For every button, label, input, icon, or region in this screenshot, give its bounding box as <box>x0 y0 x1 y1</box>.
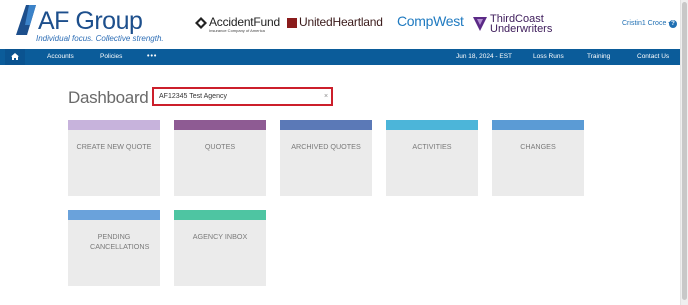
nav-date: Jun 18, 2024 - EST <box>456 53 513 60</box>
nav-policies[interactable]: Policies <box>100 49 122 65</box>
tile-label: ACTIVITIES <box>412 142 452 151</box>
nav-home[interactable] <box>5 49 25 65</box>
home-icon <box>11 53 19 60</box>
nav-training[interactable]: Training <box>587 49 610 65</box>
agency-select-value: AF12345 Test Agency <box>159 93 227 100</box>
page: AF Group Individual focus. Collective st… <box>0 0 680 305</box>
clear-icon[interactable]: × <box>324 93 328 100</box>
nav-more-icon[interactable]: ••• <box>147 49 157 65</box>
tile-color-bar <box>174 210 266 220</box>
tile-quotes[interactable]: QUOTES <box>174 120 266 196</box>
header: AF Group Individual focus. Collective st… <box>0 0 680 49</box>
tile-color-bar <box>174 120 266 130</box>
tile-label: QUOTES <box>204 142 236 151</box>
page-title: Dashboard <box>68 88 149 107</box>
accident-fund-icon <box>195 17 207 29</box>
tile-label: PENDING CANCELLATIONS <box>90 232 150 251</box>
third-coast-name-line2: Underwriters <box>490 23 553 35</box>
main-navbar: Accounts Policies ••• Jun 18, 2024 - EST… <box>0 49 680 65</box>
tile-archived-quotes[interactable]: ARCHIVED QUOTES <box>280 120 372 196</box>
tile-color-bar <box>68 120 160 130</box>
nav-contact-us[interactable]: Contact Us <box>637 49 669 65</box>
agency-select[interactable]: AF12345 Test Agency × <box>152 87 333 106</box>
tile-pending-cancellations[interactable]: PENDING CANCELLATIONS <box>68 210 160 286</box>
accident-fund-name: AccidentFund <box>209 15 280 29</box>
tile-label: AGENCY INBOX <box>192 232 248 241</box>
united-heartland-name: UnitedHeartland <box>299 15 383 29</box>
user-name: Cristin1 Croce <box>622 20 667 27</box>
vertical-scrollbar[interactable] <box>680 0 688 305</box>
accident-fund-sub: Insurance Company of America <box>209 28 265 33</box>
tile-color-bar <box>68 210 160 220</box>
tile-color-bar <box>492 120 584 130</box>
nav-accounts[interactable]: Accounts <box>47 49 74 65</box>
tile-color-bar <box>280 120 372 130</box>
tile-label: ARCHIVED QUOTES <box>291 142 361 151</box>
united-heartland-icon <box>287 18 297 28</box>
logo-tagline: Individual focus. Collective strength. <box>36 34 164 43</box>
tile-changes[interactable]: CHANGES <box>492 120 584 196</box>
nav-loss-runs[interactable]: Loss Runs <box>533 49 564 65</box>
compwest-name: CompWest <box>397 13 464 29</box>
af-logo-mark-icon <box>16 5 36 35</box>
tile-color-bar <box>386 120 478 130</box>
tile-label: CREATE NEW QUOTE <box>76 142 152 151</box>
logo-name: AF Group <box>38 7 143 35</box>
tile-create-new-quote[interactable]: CREATE NEW QUOTE <box>68 120 160 196</box>
tile-agency-inbox[interactable]: AGENCY INBOX <box>174 210 266 286</box>
tile-activities[interactable]: ACTIVITIES <box>386 120 478 196</box>
tile-label: CHANGES <box>520 142 556 151</box>
scrollbar-thumb[interactable] <box>682 2 687 300</box>
third-coast-icon <box>473 17 487 31</box>
help-icon[interactable]: ? <box>669 20 677 28</box>
user-menu[interactable]: Cristin1 Croce▾ <box>622 20 671 27</box>
